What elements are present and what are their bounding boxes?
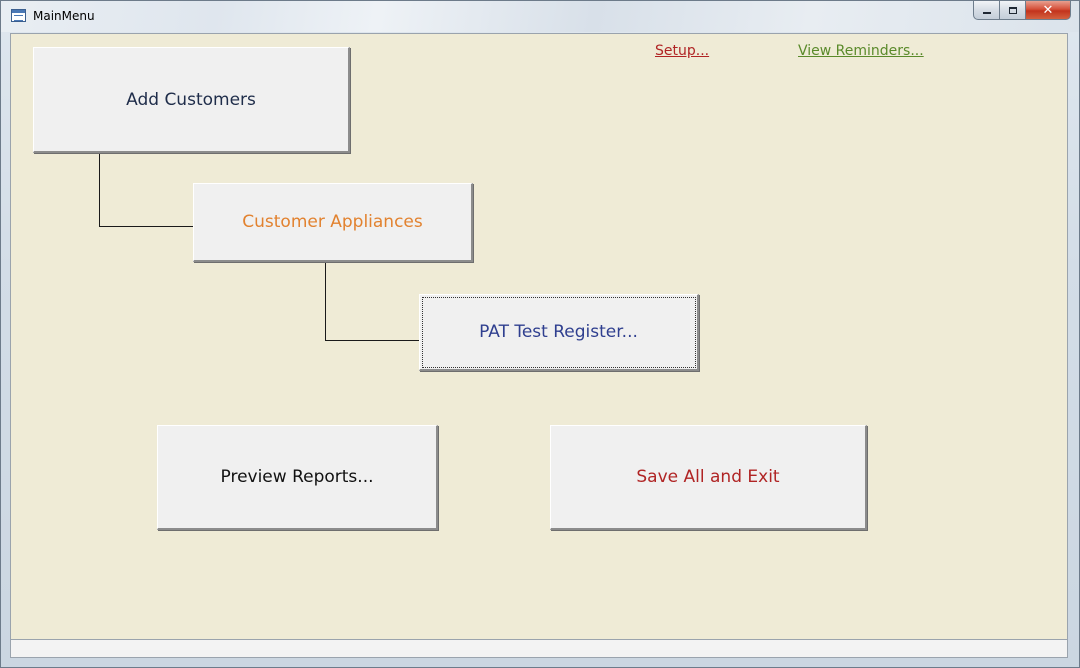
customer-appliances-button[interactable]: Customer Appliances	[193, 183, 473, 262]
connector-line	[325, 262, 326, 341]
save-all-and-exit-label: Save All and Exit	[636, 467, 780, 487]
minimize-button[interactable]	[973, 1, 1000, 20]
setup-link[interactable]: Setup...	[655, 43, 709, 59]
customer-appliances-label: Customer Appliances	[242, 212, 423, 232]
close-icon: ✕	[1042, 2, 1054, 18]
connector-line	[99, 226, 193, 227]
status-strip	[10, 640, 1068, 658]
pat-test-register-label: PAT Test Register...	[479, 322, 638, 342]
minimize-icon	[982, 12, 991, 14]
window-title: MainMenu	[33, 9, 95, 23]
connector-line	[99, 153, 100, 227]
restore-button[interactable]	[1000, 1, 1026, 20]
title-bar[interactable]: MainMenu ✕	[1, 1, 1079, 32]
close-button[interactable]: ✕	[1026, 1, 1071, 20]
pat-test-register-button[interactable]: PAT Test Register...	[419, 294, 699, 371]
connector-line	[325, 340, 420, 341]
restore-icon	[1008, 6, 1017, 14]
view-reminders-link[interactable]: View Reminders...	[798, 43, 924, 59]
form-icon	[11, 9, 26, 22]
preview-reports-label: Preview Reports...	[220, 467, 374, 487]
window-controls: ✕	[973, 1, 1071, 21]
add-customers-label: Add Customers	[126, 89, 256, 110]
add-customers-button[interactable]: Add Customers	[33, 47, 350, 153]
save-all-and-exit-button[interactable]: Save All and Exit	[550, 425, 867, 530]
preview-reports-button[interactable]: Preview Reports...	[157, 425, 438, 530]
